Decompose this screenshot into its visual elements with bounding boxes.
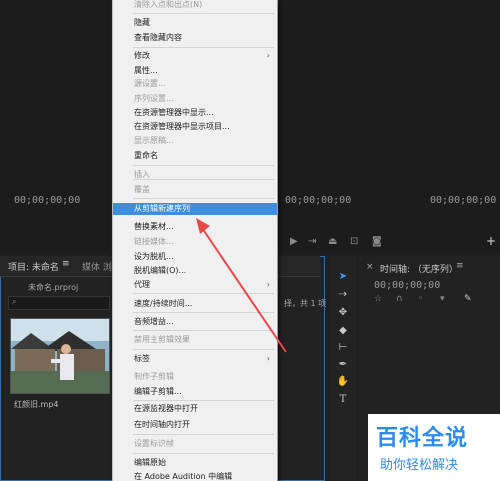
watermark-logo: 百科全说 助你轻松解决	[368, 414, 500, 481]
watermark-title: 百科全说	[376, 426, 469, 451]
watermark-subtitle: 助你轻松解决	[380, 458, 459, 473]
annotation-arrow	[196, 218, 287, 353]
